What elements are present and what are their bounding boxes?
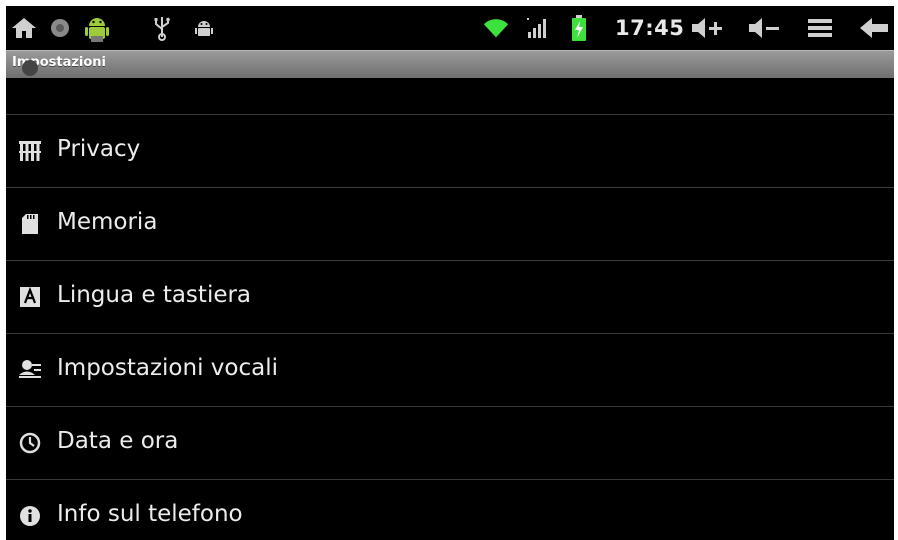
settings-item-label: Memoria xyxy=(57,209,158,235)
voice-settings-icon xyxy=(18,358,42,382)
status-bar: 17:45 xyxy=(6,6,894,50)
menu-icon[interactable] xyxy=(806,14,834,42)
back-icon[interactable] xyxy=(858,14,890,42)
volume-down-icon[interactable] xyxy=(747,14,783,42)
settings-item-label: Data e ora xyxy=(57,428,179,454)
settings-item-label: Info sul telefono xyxy=(57,501,243,527)
settings-item-privacy[interactable]: Privacy xyxy=(6,114,894,186)
settings-item-label: Lingua e tastiera xyxy=(57,282,252,308)
language-keyboard-icon xyxy=(18,285,42,309)
settings-item-data-ora[interactable]: Data e ora xyxy=(6,406,894,478)
notification-dot-icon xyxy=(46,14,74,42)
volume-up-icon[interactable] xyxy=(690,14,726,42)
partial-item-icon xyxy=(18,56,42,80)
settings-list[interactable]: Privacy Memoria Lingua e tastiera Impost… xyxy=(6,60,894,540)
settings-item-info-telefono[interactable]: Info sul telefono xyxy=(6,479,894,540)
battery-charging-icon xyxy=(565,14,593,42)
android-debug-icon xyxy=(190,14,218,42)
settings-item-lingua-tastiera[interactable]: Lingua e tastiera xyxy=(6,260,894,332)
status-clock: 17:45 xyxy=(615,16,685,40)
android-app-icon xyxy=(80,11,114,45)
settings-item-label: Impostazioni vocali xyxy=(57,355,278,381)
wifi-icon xyxy=(482,14,510,42)
info-icon xyxy=(18,504,42,528)
device-screen: 17:45 Impostazioni Privacy Memoria Lingu… xyxy=(6,6,894,540)
settings-item-impostazioni-vocali[interactable]: Impostazioni vocali xyxy=(6,333,894,405)
clock-icon xyxy=(18,431,42,455)
usb-icon xyxy=(148,14,176,42)
sd-card-icon xyxy=(18,212,42,236)
settings-item-label: Privacy xyxy=(57,136,141,162)
signal-icon xyxy=(524,14,552,42)
privacy-icon xyxy=(18,139,42,163)
home-icon[interactable] xyxy=(10,14,38,42)
settings-item-memoria[interactable]: Memoria xyxy=(6,187,894,259)
